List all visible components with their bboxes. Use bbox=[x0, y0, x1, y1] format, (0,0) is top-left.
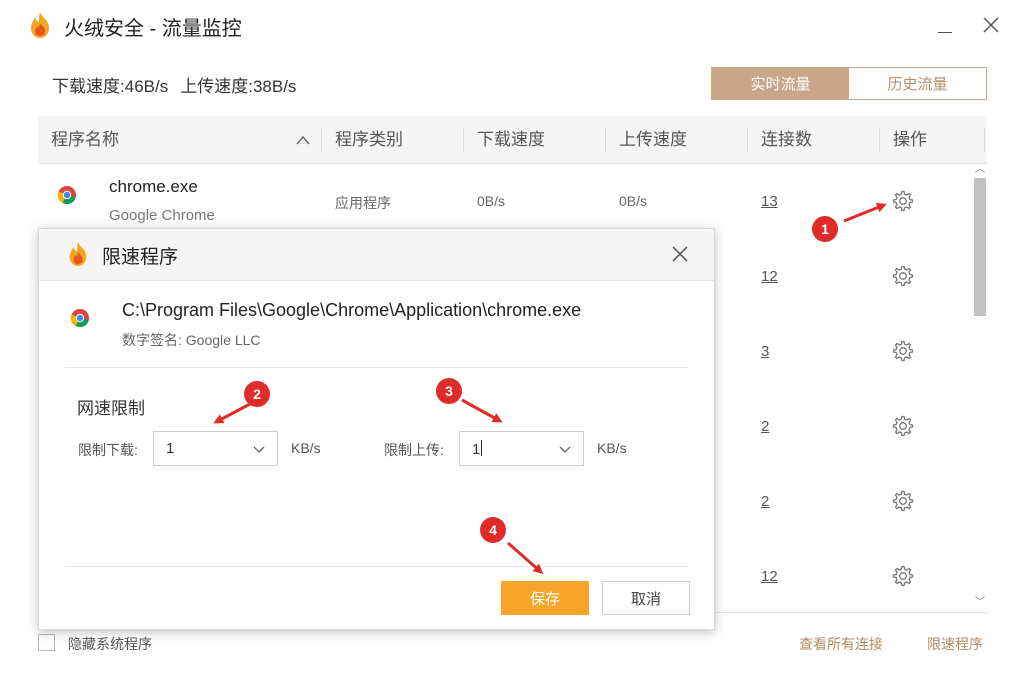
upload-limit-unit: KB/s bbox=[597, 440, 627, 456]
download-limit-select[interactable]: 1 bbox=[153, 431, 278, 466]
hide-system-label: 隐藏系统程序 bbox=[68, 636, 152, 652]
program-path: C:\Program Files\Google\Chrome\Applicati… bbox=[122, 300, 582, 320]
upload-speed-value: 38B/s bbox=[252, 77, 297, 96]
hide-system-checkbox[interactable] bbox=[38, 634, 55, 651]
dialog-title: 限速程序 bbox=[102, 247, 179, 268]
header-actions: 操作 bbox=[893, 130, 927, 149]
download-limit-value: 1 bbox=[166, 440, 175, 457]
huorong-flame-icon bbox=[31, 12, 49, 38]
gear-icon[interactable] bbox=[892, 190, 914, 212]
view-all-connections-link[interactable]: 查看所有连接 bbox=[799, 634, 883, 654]
speed-summary: 下载速度:46B/s 上传速度:38B/s bbox=[52, 72, 296, 97]
sort-ascending-icon[interactable] bbox=[296, 134, 310, 146]
annotation-badge-2: 2 bbox=[244, 381, 270, 407]
upload-speed: 0B/s bbox=[619, 193, 648, 209]
title-bar: 火绒安全 - 流量监控 bbox=[0, 0, 1025, 50]
download-speed: 0B/s bbox=[477, 193, 506, 209]
speed-limit-section-title: 网速限制 bbox=[77, 399, 145, 418]
annotation-badge-3: 3 bbox=[436, 378, 462, 404]
upload-limit-value: 1 bbox=[472, 441, 481, 458]
header-upload-speed[interactable]: 上传速度 bbox=[619, 116, 687, 164]
chrome-icon bbox=[57, 186, 76, 205]
close-icon[interactable] bbox=[670, 244, 690, 264]
connections-count[interactable]: 12 bbox=[761, 568, 778, 585]
scroll-down-icon[interactable]: ﹀ bbox=[974, 598, 986, 608]
traffic-tabs: 实时流量 历史流量 bbox=[711, 67, 987, 100]
download-limit-unit: KB/s bbox=[291, 440, 321, 456]
close-icon[interactable] bbox=[980, 14, 1002, 36]
gear-icon[interactable] bbox=[892, 490, 914, 512]
dialog-divider bbox=[65, 367, 689, 368]
scrollbar-thumb[interactable] bbox=[974, 178, 986, 316]
limit-speed-dialog: 限速程序 C:\Program Files\Google\Chrome\Appl… bbox=[38, 228, 715, 630]
minimize-icon[interactable] bbox=[935, 14, 955, 36]
connections-count[interactable]: 2 bbox=[761, 418, 769, 435]
limit-programs-link[interactable]: 限速程序 bbox=[927, 634, 983, 654]
text-cursor bbox=[481, 440, 483, 456]
annotation-badge-4: 4 bbox=[480, 517, 506, 543]
huorong-flame-icon bbox=[69, 242, 87, 266]
upload-limit-label: 限制上传: bbox=[384, 442, 444, 458]
scroll-up-icon[interactable]: ︿ bbox=[974, 165, 986, 175]
dialog-divider bbox=[65, 566, 689, 567]
chrome-icon bbox=[70, 309, 89, 328]
upload-limit-select[interactable]: 1 bbox=[459, 431, 584, 466]
connections-count[interactable]: 2 bbox=[761, 493, 769, 510]
gear-icon[interactable] bbox=[892, 415, 914, 437]
program-name: chrome.exe bbox=[109, 177, 198, 196]
header-separator bbox=[463, 128, 464, 152]
cancel-button[interactable]: 取消 bbox=[602, 581, 690, 615]
program-subtitle: Google Chrome bbox=[109, 207, 215, 224]
connections-count[interactable]: 3 bbox=[761, 343, 769, 360]
header-separator bbox=[984, 128, 985, 152]
tab-history-traffic[interactable]: 历史流量 bbox=[849, 68, 986, 99]
gear-icon[interactable] bbox=[892, 340, 914, 362]
gear-icon[interactable] bbox=[892, 265, 914, 287]
header-separator bbox=[879, 128, 880, 152]
download-speed-value: 46B/s bbox=[124, 77, 169, 96]
connections-count[interactable]: 13 bbox=[761, 193, 778, 210]
save-button[interactable]: 保存 bbox=[501, 581, 589, 615]
window-title: 火绒安全 - 流量监控 bbox=[64, 18, 242, 40]
upload-limit-input[interactable]: 1 bbox=[472, 440, 483, 458]
chevron-down-icon bbox=[559, 446, 571, 453]
connections-count[interactable]: 12 bbox=[761, 268, 778, 285]
header-download-speed[interactable]: 下载速度 bbox=[477, 116, 545, 164]
download-limit-label: 限制下载: bbox=[78, 442, 138, 458]
header-connections[interactable]: 连接数 bbox=[761, 116, 812, 164]
digital-signature: 数字签名: Google LLC bbox=[122, 332, 261, 348]
table-header: 程序名称 程序类别 下载速度 上传速度 连接数 操作 bbox=[38, 116, 987, 164]
download-speed-label: 下载速度: bbox=[52, 77, 125, 96]
upload-speed-label: 上传速度: bbox=[180, 77, 253, 96]
header-separator bbox=[605, 128, 606, 152]
header-program-name[interactable]: 程序名称 bbox=[51, 116, 119, 164]
program-category: 应用程序 bbox=[335, 195, 391, 211]
dialog-header: 限速程序 bbox=[39, 229, 714, 281]
header-separator bbox=[747, 128, 748, 152]
header-program-category[interactable]: 程序类别 bbox=[335, 116, 403, 164]
tab-realtime-traffic[interactable]: 实时流量 bbox=[712, 68, 849, 99]
header-separator bbox=[321, 128, 322, 152]
annotation-badge-1: 1 bbox=[812, 216, 838, 242]
gear-icon[interactable] bbox=[892, 565, 914, 587]
chevron-down-icon bbox=[253, 446, 265, 453]
